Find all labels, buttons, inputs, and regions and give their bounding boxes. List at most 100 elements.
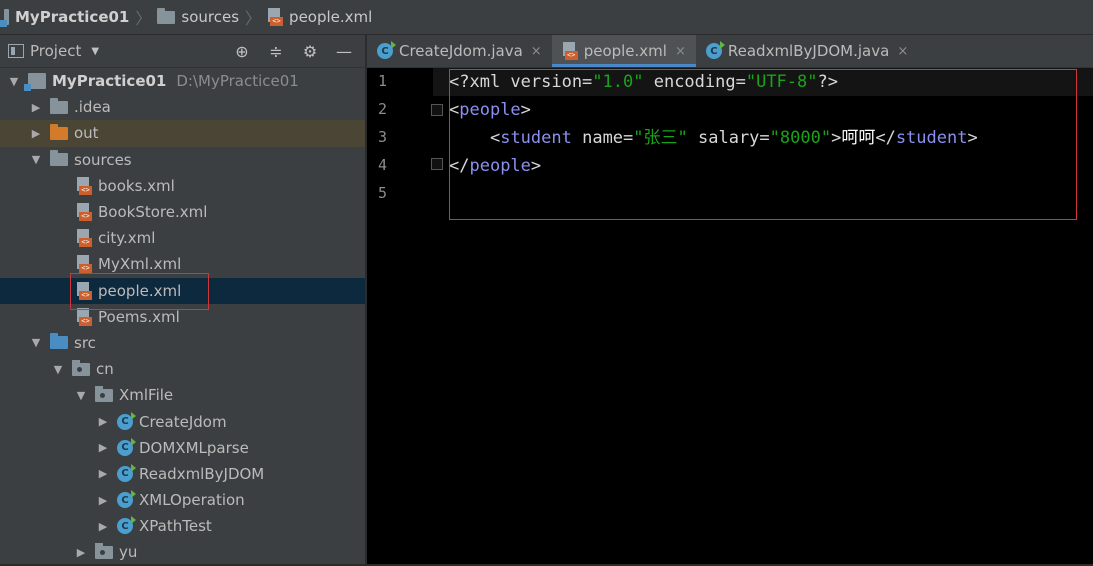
collapse-arrow-icon[interactable]: ▶ (30, 101, 42, 114)
gear-icon[interactable]: ⚙ (299, 42, 321, 61)
tree-item-label: ReadxmlByJDOM (139, 464, 265, 483)
tab-people-xml[interactable]: <> people.xml × (551, 35, 697, 67)
tree-item-label: people.xml (98, 281, 182, 300)
java-class-icon: C (117, 463, 136, 482)
source-folder-icon (50, 333, 68, 350)
folder-icon (50, 150, 68, 167)
breadcrumb-folder-label: sources (181, 8, 240, 26)
breadcrumb-separator: 〉 (245, 9, 262, 28)
collapse-arrow-icon[interactable]: ▶ (30, 127, 42, 140)
breadcrumb-file[interactable]: <> people.xml (267, 0, 372, 34)
breadcrumb-folder[interactable]: sources (157, 0, 239, 34)
tab-label: CreateJdom.java (399, 42, 523, 60)
project-panel-title: Project (30, 42, 82, 60)
package-icon (95, 385, 113, 402)
expand-arrow-icon[interactable]: ▼ (52, 363, 64, 376)
tree-item-label: XmlFile (119, 386, 174, 405)
folder-icon (50, 97, 68, 114)
collapse-arrow-icon[interactable]: ▶ (97, 520, 109, 533)
breadcrumb-project[interactable]: MyPractice01 (0, 0, 129, 34)
tree-item-myxml-xml[interactable]: <> MyXml.xml (0, 251, 365, 277)
collapse-arrow-icon[interactable]: ▶ (75, 546, 87, 559)
tree-item-xpathtest[interactable]: ▶ C XPathTest (0, 513, 365, 539)
tree-item-label: src (74, 333, 96, 352)
tree-item-bookstore-xml[interactable]: <> BookStore.xml (0, 199, 365, 225)
folder-icon (157, 7, 176, 24)
line-number: 1 (377, 72, 387, 90)
tab-createjdom[interactable]: C CreateJdom.java × (367, 35, 552, 67)
xml-file-icon: <> (76, 281, 92, 300)
line-number: 2 (377, 100, 387, 118)
collapse-icon[interactable]: ≑ (265, 42, 287, 61)
xml-file-icon: <> (76, 255, 92, 274)
tree-item-poems-xml[interactable]: <> Poems.xml (0, 304, 365, 330)
tree-item-people-xml[interactable]: <> people.xml (0, 277, 365, 304)
code-line-1: <?xml version="1.0" encoding="UTF-8"?> (449, 72, 838, 92)
tree-item-readxmlbyjdom[interactable]: ▶ C ReadxmlByJDOM (0, 461, 365, 487)
expand-arrow-icon[interactable]: ▼ (8, 75, 20, 88)
tree-item-label: yu (119, 543, 138, 562)
tree-item-city-xml[interactable]: <> city.xml (0, 225, 365, 251)
tree-item-cn[interactable]: ▼ cn (0, 356, 365, 382)
expand-arrow-icon[interactable]: ▼ (75, 389, 87, 402)
java-class-icon: C (705, 41, 725, 59)
close-icon[interactable]: × (675, 44, 686, 59)
editor-gutter: 1 2 3 4 5 (367, 68, 443, 564)
close-icon[interactable]: × (531, 44, 542, 59)
module-icon (24, 73, 46, 92)
collapse-arrow-icon[interactable]: ▶ (97, 467, 109, 480)
xml-file-icon: <> (76, 176, 92, 195)
collapse-arrow-icon[interactable]: ▶ (97, 494, 109, 507)
crosshair-icon[interactable]: ⊕ (231, 42, 253, 61)
project-panel: Project ▼ ⊕ ≑ ⚙ — ▼ MyPractice01 D:\MyPr… (0, 35, 365, 564)
tree-item-yu[interactable]: ▶ yu (0, 539, 365, 565)
code-editor[interactable]: 1 2 3 4 5 <?xml version="1.0" encoding="… (367, 68, 1093, 564)
tree-item-label: BookStore.xml (98, 203, 208, 222)
tree-item-label: XMLOperation (139, 491, 245, 510)
tree-item-idea[interactable]: ▶ .idea (0, 94, 365, 120)
java-class-icon: C (117, 411, 136, 430)
tree-root[interactable]: ▼ MyPractice01 D:\MyPractice01 (0, 68, 365, 94)
fold-marker-icon[interactable] (431, 104, 443, 116)
java-class-icon: C (377, 41, 396, 59)
excluded-folder-icon (50, 123, 68, 140)
xml-file-icon: <> (267, 8, 284, 26)
collapse-arrow-icon[interactable]: ▶ (97, 441, 109, 454)
module-icon (0, 9, 9, 27)
package-icon (95, 542, 113, 559)
xml-file-icon: <> (76, 307, 92, 326)
tree-item-xmlfile[interactable]: ▼ XmlFile (0, 382, 365, 408)
tree-item-label: cn (96, 360, 114, 379)
package-icon (72, 359, 90, 376)
expand-arrow-icon[interactable]: ▼ (30, 153, 42, 166)
tree-item-src[interactable]: ▼ src (0, 330, 365, 356)
code-line-3: <student name="张三" salary="8000">呵呵</stu… (489, 128, 978, 148)
project-panel-header: Project ▼ ⊕ ≑ ⚙ — (0, 35, 365, 68)
tree-item-label: MyXml.xml (98, 255, 182, 274)
tree-item-out[interactable]: ▶ out (0, 120, 365, 147)
tree-item-createjdom[interactable]: ▶ C CreateJdom (0, 408, 365, 434)
tree-item-domxmlparse[interactable]: ▶ C DOMXMLparse (0, 435, 365, 461)
tree-item-sources[interactable]: ▼ sources (0, 147, 365, 173)
tree-item-label: CreateJdom (139, 412, 227, 431)
tree-item-xmloperation[interactable]: ▶ C XMLOperation (0, 487, 365, 513)
tree-item-label: city.xml (98, 229, 156, 248)
tree-item-label: DOMXMLparse (139, 438, 249, 457)
project-view-selector[interactable]: Project ▼ (8, 42, 99, 60)
close-icon[interactable]: × (897, 44, 908, 59)
code-line-2: <people> (449, 100, 531, 120)
fold-marker-icon[interactable] (431, 158, 443, 170)
tree-item-books-xml[interactable]: <> books.xml (0, 173, 365, 199)
tree-item-label: books.xml (98, 176, 175, 195)
collapse-arrow-icon[interactable]: ▶ (97, 415, 109, 428)
breadcrumb: MyPractice01 〉 sources 〉 <> people.xml (0, 0, 1093, 35)
project-view-icon (8, 44, 24, 58)
line-number: 3 (377, 128, 387, 146)
tab-readxmlbyjdom[interactable]: C ReadxmlByJDOM.java × (696, 35, 918, 67)
expand-arrow-icon[interactable]: ▼ (30, 336, 42, 349)
java-class-icon: C (117, 437, 136, 456)
tree-item-label: Poems.xml (98, 307, 180, 326)
xml-file-icon: <> (76, 203, 92, 222)
editor-tabs: C CreateJdom.java × <> people.xml × C Re… (367, 35, 1093, 68)
minus-icon[interactable]: — (333, 42, 355, 61)
